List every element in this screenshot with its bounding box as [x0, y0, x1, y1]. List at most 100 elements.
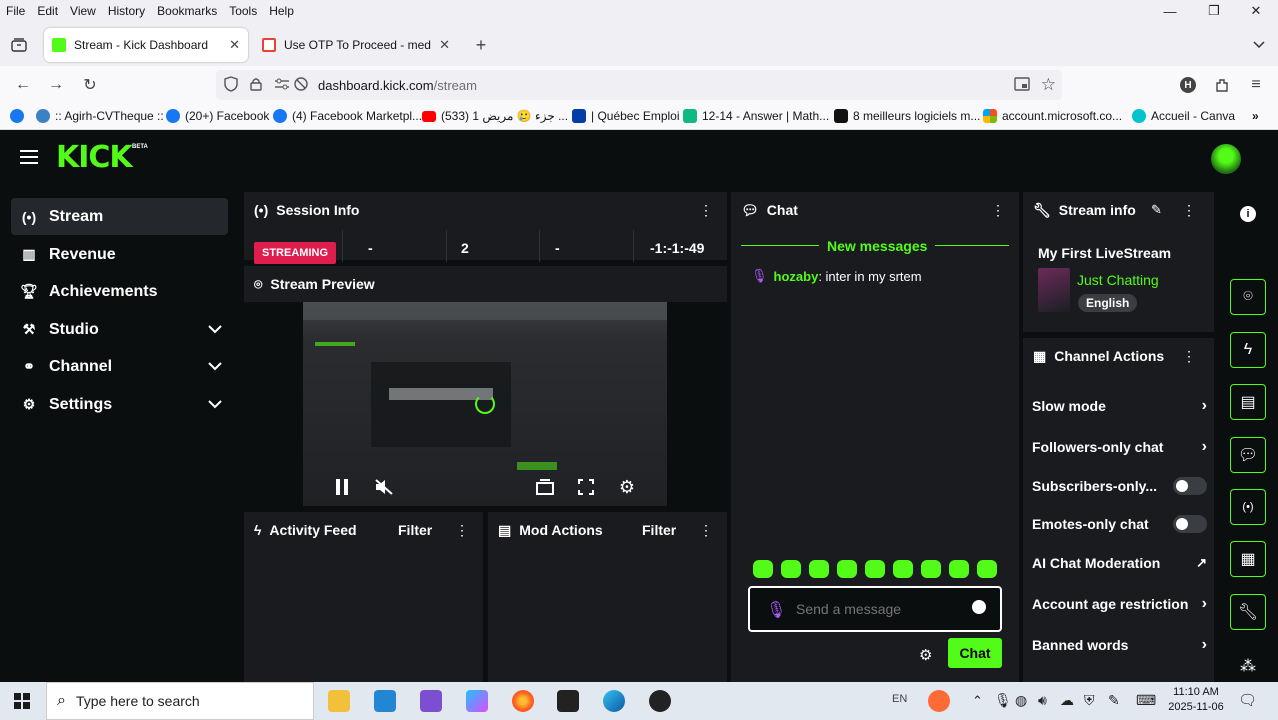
mod-filter-button[interactable]: Filter — [642, 522, 676, 538]
tab-overview-icon[interactable] — [8, 34, 30, 56]
emote-icon[interactable] — [977, 560, 997, 578]
share-nodes-icon[interactable]: ⁂ — [1240, 656, 1256, 676]
picture-in-picture-icon[interactable] — [1014, 77, 1030, 94]
avatar[interactable] — [1211, 144, 1241, 174]
action-ai-moderation[interactable]: AI Chat Moderation ↗ — [1032, 554, 1207, 572]
tab-kick-dashboard[interactable]: Stream - Kick Dashboard ✕ — [44, 28, 248, 62]
new-messages-label[interactable]: New messages — [819, 238, 936, 254]
menu-help[interactable]: Help — [263, 4, 300, 18]
stream-info-toggle-icon[interactable]: 🔧︎ — [1230, 594, 1266, 630]
channel-actions-toggle-icon[interactable]: ▦ — [1230, 541, 1266, 577]
more-options-icon[interactable]: ⋮ — [699, 202, 713, 219]
emote-icon[interactable] — [893, 560, 913, 578]
more-options-icon[interactable]: ⋮ — [455, 522, 469, 539]
close-window-button[interactable]: ✕ — [1234, 0, 1278, 22]
show-hidden-icons-icon[interactable]: ⌃ — [972, 693, 983, 709]
taskbar-search[interactable]: ⌕ Type here to search — [46, 682, 314, 720]
file-explorer-icon[interactable] — [328, 690, 350, 712]
emote-icon[interactable] — [837, 560, 857, 578]
mod-log-toggle-icon[interactable]: ▤ — [1230, 384, 1266, 420]
clock[interactable]: 11:10 AM 2025-11-06 — [1166, 685, 1226, 715]
activity-toggle-icon[interactable]: ϟ — [1230, 332, 1266, 368]
theater-mode-icon[interactable] — [534, 476, 556, 498]
fullscreen-icon[interactable] — [575, 476, 597, 498]
more-options-icon[interactable]: ⋮ — [1182, 202, 1196, 219]
tab-gmail[interactable]: Use OTP To Proceed - medhbas ✕ — [254, 28, 458, 62]
action-followers-only[interactable]: Followers-only chat › — [1032, 438, 1207, 456]
category-name[interactable]: Just Chatting — [1077, 272, 1159, 288]
mute-icon[interactable] — [373, 476, 395, 498]
info-icon[interactable]: i — [1240, 206, 1256, 222]
action-subscribers-only[interactable]: Subscribers-only... — [1032, 477, 1207, 495]
visual-studio-icon[interactable] — [420, 690, 442, 712]
app-menu-icon[interactable]: ≡ — [1245, 74, 1267, 96]
sidebar-item-studio[interactable]: ⚒ Studio — [11, 311, 228, 348]
chat-toggle-icon[interactable]: 💬︎ — [1230, 437, 1266, 473]
bookmark-facebook-20[interactable]: (20+) Facebook — [166, 109, 269, 123]
action-emotes-only[interactable]: Emotes-only chat — [1032, 515, 1207, 533]
keyboard-icon[interactable]: ⌨ — [1136, 692, 1156, 709]
no-tracking-icon[interactable] — [294, 76, 312, 94]
menu-edit[interactable]: Edit — [31, 4, 64, 18]
menu-bookmarks[interactable]: Bookmarks — [151, 4, 223, 18]
menu-file[interactable]: File — [0, 4, 31, 18]
send-chat-button[interactable]: Chat — [948, 638, 1002, 668]
emotes-only-toggle[interactable] — [1173, 515, 1207, 533]
chat-message-input[interactable] — [796, 598, 966, 620]
bookmark-microsoft[interactable]: account.microsoft.co... — [983, 109, 1122, 123]
restore-button[interactable]: ❐ — [1192, 0, 1236, 22]
more-options-icon[interactable]: ⋮ — [991, 202, 1005, 219]
security-icon[interactable]: ⛨ — [1084, 692, 1095, 709]
stream-preview-toggle-icon[interactable]: ⌾ — [1230, 279, 1266, 315]
more-options-icon[interactable]: ⋮ — [699, 522, 713, 539]
extension-h-icon[interactable]: H — [1177, 74, 1199, 96]
menu-history[interactable]: History — [102, 4, 151, 18]
emote-icon[interactable] — [949, 560, 969, 578]
kick-logo[interactable]: KICK — [56, 140, 133, 175]
minimize-button[interactable]: — — [1148, 0, 1192, 22]
close-tab-icon[interactable]: ✕ — [439, 37, 450, 53]
emote-icon[interactable] — [809, 560, 829, 578]
close-tab-icon[interactable]: ✕ — [229, 37, 240, 53]
menu-view[interactable]: View — [64, 4, 102, 18]
microphone-icon[interactable]: 🎙︎ — [994, 692, 1012, 709]
edit-pencil-icon[interactable]: ✎ — [1151, 202, 1162, 218]
url-bar[interactable]: dashboard.kick.com/stream ☆ — [216, 70, 1062, 100]
bookmark-answer-math[interactable]: 12-14 - Answer | Math... — [683, 109, 829, 123]
settings-gear-icon[interactable]: ⚙ — [616, 476, 638, 498]
subscribers-only-toggle[interactable] — [1173, 477, 1207, 495]
bookmark-logiciels[interactable]: 8 meilleurs logiciels m... — [834, 109, 980, 123]
hamburger-icon[interactable] — [20, 150, 38, 169]
language-indicator[interactable]: EN — [892, 693, 907, 705]
obs-icon[interactable] — [649, 690, 671, 712]
firefox-icon[interactable] — [512, 690, 534, 712]
chat-username[interactable]: hozaby — [774, 269, 819, 284]
action-banned-words[interactable]: Banned words › — [1032, 636, 1207, 654]
shield-icon[interactable] — [224, 75, 242, 95]
session-toggle-icon[interactable]: (•) — [1230, 489, 1266, 525]
more-options-icon[interactable]: ⋮ — [1182, 348, 1196, 365]
copilot-icon[interactable] — [466, 690, 488, 712]
bookmark-facebook[interactable] — [10, 109, 29, 123]
pause-icon[interactable] — [331, 476, 353, 498]
action-slow-mode[interactable]: Slow mode › — [1032, 397, 1207, 415]
menu-tools[interactable]: Tools — [223, 4, 263, 18]
bookmark-canva[interactable]: Accueil - Canva — [1132, 109, 1235, 123]
sidebar-item-stream[interactable]: (•) Stream — [11, 198, 228, 235]
video-player[interactable] — [303, 302, 667, 506]
chat-settings-icon[interactable]: ⚙ — [919, 646, 932, 664]
sidebar-item-revenue[interactable]: ▥ Revenue — [11, 236, 228, 273]
windows-start-icon[interactable] — [14, 693, 30, 714]
emote-icon[interactable] — [865, 560, 885, 578]
new-tab-button[interactable]: + — [470, 34, 492, 56]
back-icon[interactable]: ← — [12, 74, 34, 96]
more-bookmarks-icon[interactable]: » — [1252, 109, 1259, 123]
permissions-icon[interactable] — [274, 77, 292, 94]
terminal-icon[interactable] — [557, 690, 579, 712]
bookmark-star-icon[interactable]: ☆ — [1041, 75, 1056, 95]
reload-icon[interactable]: ↻ — [79, 74, 101, 96]
bookmark-quebec-emploi[interactable]: | Québec Emploi — [572, 109, 680, 123]
vscode-icon[interactable] — [374, 690, 396, 712]
emote-icon[interactable] — [781, 560, 801, 578]
bookmark-agirh[interactable]: :: Agirh-CVTheque :: — [36, 109, 164, 123]
